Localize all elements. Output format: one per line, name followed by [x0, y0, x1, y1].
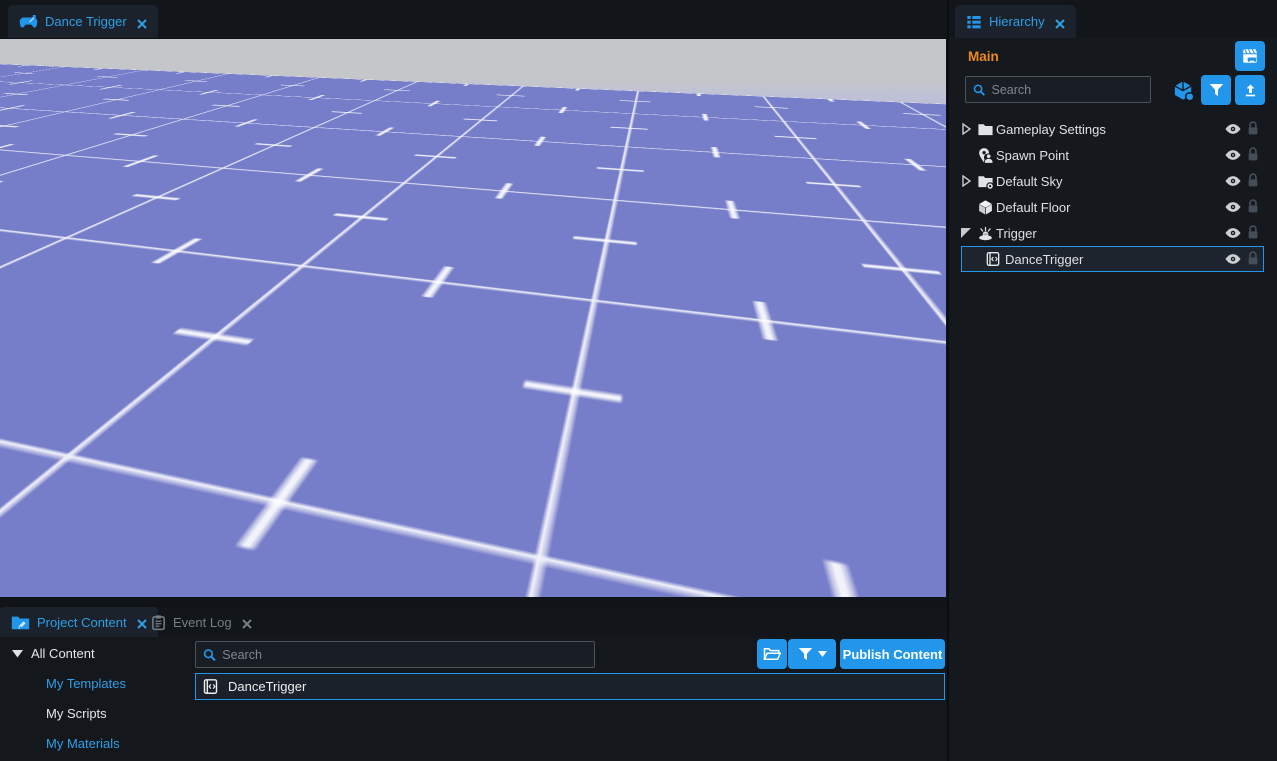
sidebar-label: My Scripts — [46, 706, 107, 721]
script-icon — [985, 251, 1002, 268]
folder-badge-icon — [977, 173, 994, 190]
expand-caret-icon[interactable] — [960, 175, 972, 187]
lock-icon[interactable] — [1246, 172, 1260, 190]
tab-project-content[interactable]: Project Content — [0, 607, 158, 637]
content-search[interactable] — [195, 641, 595, 668]
main-tabbar: Dance Trigger — [0, 0, 947, 38]
left-column: Dance Trigger — [0, 0, 947, 761]
tree-row-label: Default Floor — [996, 200, 1070, 215]
networked-cube-icon[interactable] — [1172, 79, 1195, 102]
sidebar-item-my-scripts[interactable]: My Scripts — [46, 706, 107, 721]
hierarchy-tabbar: Hierarchy — [949, 0, 1277, 38]
search-icon — [973, 83, 985, 97]
lock-icon[interactable] — [1246, 250, 1260, 268]
filter-icon — [798, 647, 813, 661]
hierarchy-search[interactable] — [965, 76, 1151, 103]
lock-icon[interactable] — [1246, 120, 1260, 138]
tab-label: Project Content — [37, 615, 127, 630]
tree-row-label: DanceTrigger — [1005, 252, 1083, 267]
project-content-icon — [11, 615, 30, 630]
scene-viewport[interactable]: Z X Y — [0, 38, 946, 597]
visibility-eye-icon[interactable] — [1224, 146, 1242, 164]
tree-row-spawn-point[interactable]: Spawn Point — [949, 142, 1277, 168]
lock-icon[interactable] — [1246, 146, 1260, 164]
tab-hierarchy[interactable]: Hierarchy — [955, 5, 1076, 38]
folder-icon — [977, 121, 994, 138]
tree-row-label: Spawn Point — [996, 148, 1069, 163]
caret-down-icon — [818, 651, 827, 657]
sidebar-label: All Content — [31, 646, 95, 661]
close-icon[interactable] — [137, 17, 147, 27]
hierarchy-panel: Hierarchy Main — [947, 0, 1277, 761]
publish-content-button[interactable]: Publish Content — [840, 639, 945, 669]
sidebar-item-all-content[interactable]: All Content — [12, 646, 95, 661]
tree-row-dancetrigger[interactable]: DanceTrigger — [961, 246, 1264, 272]
tree-row-gameplay-settings[interactable]: Gameplay Settings — [949, 116, 1277, 142]
export-button[interactable] — [1235, 75, 1265, 105]
search-icon — [203, 648, 216, 662]
tree-row-trigger[interactable]: Trigger — [949, 220, 1277, 246]
visibility-eye-icon[interactable] — [1224, 224, 1242, 242]
hierarchy-icon — [966, 14, 982, 30]
tree-row-default-sky[interactable]: Default Sky — [949, 168, 1277, 194]
collapse-caret-icon[interactable] — [960, 227, 972, 239]
cube-icon — [977, 199, 994, 216]
hierarchy-search-input[interactable] — [991, 83, 1143, 97]
scene-icon — [1241, 47, 1259, 65]
visibility-eye-icon[interactable] — [1224, 250, 1242, 268]
lock-icon[interactable] — [1246, 198, 1260, 216]
close-icon[interactable] — [1055, 17, 1065, 27]
content-search-input[interactable] — [222, 648, 587, 662]
trigger-icon — [977, 225, 994, 242]
tree-row-label: Trigger — [996, 226, 1037, 241]
asset-row-dancetrigger[interactable]: DanceTrigger — [195, 673, 945, 700]
tab-dance-trigger[interactable]: Dance Trigger — [8, 5, 158, 38]
visibility-eye-icon[interactable] — [1224, 172, 1242, 190]
tab-event-log[interactable]: Event Log — [140, 607, 263, 637]
hierarchy-tree: Gameplay Settings Spawn Point — [949, 116, 1277, 272]
visibility-eye-icon[interactable] — [1224, 120, 1242, 138]
folder-open-icon — [763, 646, 781, 662]
tree-row-default-floor[interactable]: Default Floor — [949, 194, 1277, 220]
close-icon[interactable] — [242, 617, 252, 627]
hierarchy-filter-button[interactable] — [1201, 75, 1231, 105]
lock-icon[interactable] — [1246, 224, 1260, 242]
tab-label: Hierarchy — [989, 14, 1045, 29]
expand-caret-icon[interactable] — [960, 123, 972, 135]
event-log-icon — [151, 614, 166, 631]
caret-down-icon — [12, 649, 23, 658]
tab-label: Event Log — [173, 615, 232, 630]
content-filter-button[interactable] — [788, 639, 836, 669]
scene-settings-button[interactable] — [1235, 41, 1265, 71]
sidebar-label: My Materials — [46, 736, 120, 751]
sidebar-item-my-materials[interactable]: My Materials — [46, 736, 120, 751]
tab-label: Dance Trigger — [45, 14, 127, 29]
script-icon — [202, 678, 219, 695]
open-folder-button[interactable] — [757, 639, 787, 669]
visibility-eye-icon[interactable] — [1224, 198, 1242, 216]
filter-icon — [1209, 83, 1224, 97]
tree-row-label: Gameplay Settings — [996, 122, 1106, 137]
spawn-point-icon — [977, 147, 994, 164]
tree-row-label: Default Sky — [996, 174, 1062, 189]
sidebar-label: My Templates — [46, 676, 126, 691]
sidebar-item-my-templates[interactable]: My Templates — [46, 676, 126, 691]
scene-name-label: Main — [968, 49, 999, 64]
bottom-tabbar: Project Content Event Log — [0, 607, 947, 637]
upload-icon — [1242, 82, 1259, 99]
gamepad-wrench-icon — [19, 14, 38, 29]
asset-label: DanceTrigger — [228, 679, 306, 694]
